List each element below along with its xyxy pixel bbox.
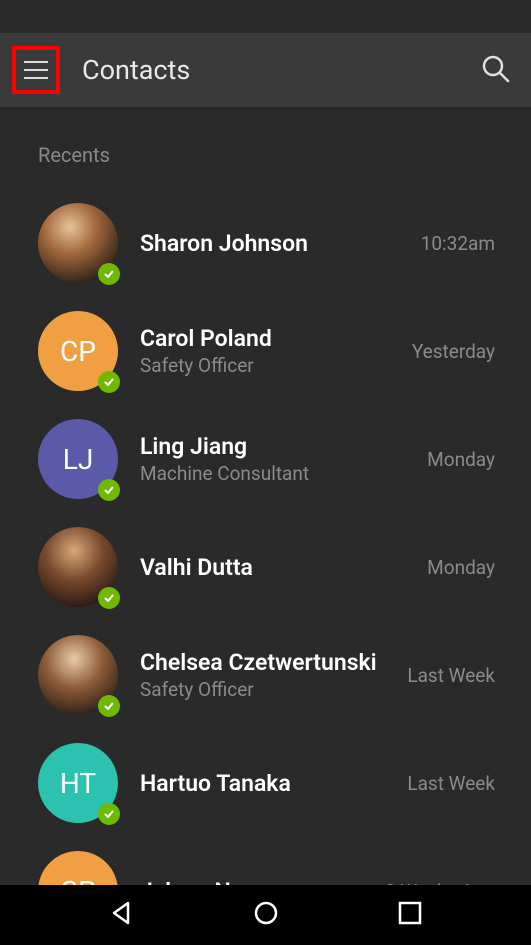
status-bar [0, 0, 531, 33]
avatar: LJ [38, 419, 118, 499]
contact-name: Hartuo Tanaka [140, 770, 397, 797]
android-nav-bar [0, 885, 531, 945]
search-icon[interactable] [479, 52, 511, 88]
contact-list: Sharon Johnson10:32amCPCarol PolandSafet… [0, 189, 531, 945]
contact-subtitle: Safety Officer [140, 678, 397, 701]
contact-name: Valhi Dutta [140, 554, 417, 581]
contact-subtitle: Machine Consultant [140, 462, 417, 485]
avatar [38, 203, 118, 283]
contact-row[interactable]: HT Hartuo Tanaka Last Week [38, 729, 531, 837]
contact-time: Last Week [407, 772, 495, 795]
presence-available-icon [98, 263, 120, 285]
presence-available-icon [98, 479, 120, 501]
avatar [38, 635, 118, 715]
contact-row[interactable]: Valhi Dutta Monday [38, 513, 531, 621]
back-icon[interactable] [108, 899, 136, 931]
presence-available-icon [98, 695, 120, 717]
contact-row[interactable]: Sharon Johnson 10:32am [38, 189, 531, 297]
section-label-recents: Recents [0, 107, 531, 189]
recent-icon[interactable] [397, 900, 423, 930]
avatar: HT [38, 743, 118, 823]
contact-name: Ling Jiang [140, 433, 417, 460]
contact-time: 10:32am [421, 232, 495, 255]
avatar: CP [38, 311, 118, 391]
contact-name: Carol Poland [140, 325, 402, 352]
app-header: Contacts [0, 33, 531, 107]
presence-available-icon [98, 371, 120, 393]
presence-available-icon [98, 803, 120, 825]
contact-row[interactable]: CP Carol PolandSafety Officer Yesterday [38, 297, 531, 405]
contact-name: Chelsea Czetwertunski [140, 649, 397, 676]
contact-time: Monday [427, 556, 495, 579]
home-icon[interactable] [252, 899, 280, 931]
contact-time: Yesterday [412, 340, 495, 363]
contact-subtitle: Safety Officer [140, 354, 402, 377]
hamburger-icon[interactable] [12, 46, 60, 94]
contact-time: Last Week [407, 664, 495, 687]
contact-time: Monday [427, 448, 495, 471]
contact-row[interactable]: Chelsea CzetwertunskiSafety Officer Last … [38, 621, 531, 729]
contact-name: Sharon Johnson [140, 230, 411, 257]
avatar [38, 527, 118, 607]
presence-available-icon [98, 587, 120, 609]
page-title: Contacts [82, 54, 479, 86]
contact-row[interactable]: LJ Ling JiangMachine Consultant Monday [38, 405, 531, 513]
